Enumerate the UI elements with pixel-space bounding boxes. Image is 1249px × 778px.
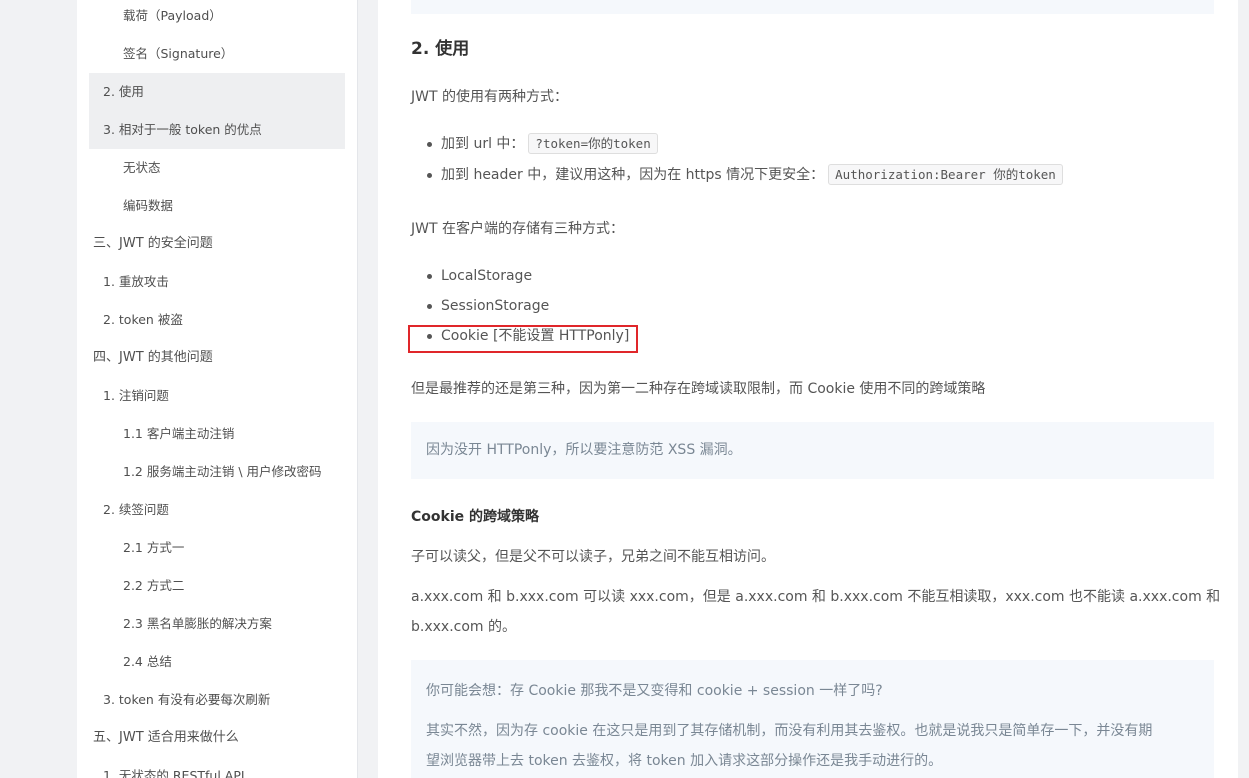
toc-item-restful-api[interactable]: 1. 无状态的 RESTful API: [89, 757, 345, 778]
cookie-paragraph-2-line-1: a.xxx.com 和 b.xxx.com 可以读 xxx.com，但是 a.x…: [411, 589, 1221, 605]
inline-code: ?token=你的token: [528, 133, 658, 154]
list-item-text: 加到 url 中：: [441, 136, 525, 152]
toc-sidebar: 载荷（Payload） 签名（Signature） 2. 使用 3. 相对于一般…: [77, 0, 358, 778]
tip-box: 因为没开 HTTPonly，所以要注意防范 XSS 漏洞。: [411, 422, 1214, 479]
toc-item-usage[interactable]: 2. 使用: [89, 73, 345, 111]
list-item-text: 加到 header 中，建议用这种，因为在 https 情况下更安全：: [441, 167, 825, 183]
cookie-paragraph-2-line-2: b.xxx.com 的。: [411, 619, 516, 635]
toc-item-replay-attack[interactable]: 1. 重放攻击: [89, 263, 345, 301]
red-highlight-annotation: [408, 325, 638, 353]
recommend-paragraph: 但是最推荐的还是第三种，因为第一二种存在跨域读取限制，而 Cookie 使用不同…: [411, 381, 986, 397]
tip-box-2: 你可能会想：存 Cookie 那我不是又变得和 cookie + session…: [411, 660, 1214, 778]
article-content: 2. 使用 JWT 的使用有两种方式： 加到 url 中： ?token=你的to…: [378, 0, 1238, 778]
toc-item-encoded-data[interactable]: 编码数据: [89, 187, 345, 225]
cookie-heading: Cookie 的跨域策略: [411, 509, 539, 525]
usage-intro: JWT 的使用有两种方式：: [411, 89, 568, 105]
toc-item-advantages[interactable]: 3. 相对于一般 token 的优点: [89, 111, 345, 149]
toc-item-summary[interactable]: 2.4 总结: [89, 643, 345, 681]
page-scrollbar[interactable]: [1238, 0, 1249, 778]
toc-item-renewal[interactable]: 2. 续签问题: [89, 491, 345, 529]
cookie-paragraph-1: 子可以读父，但是父不可以读子，兄弟之间不能互相访问。: [411, 549, 775, 565]
toc-item-stateless[interactable]: 无状态: [89, 149, 345, 187]
toc-item-refresh[interactable]: 3. token 有没有必要每次刷新: [89, 681, 345, 719]
toc-item-client-logout[interactable]: 1.1 客户端主动注销: [89, 415, 345, 453]
list-item: 加到 url 中： ?token=你的token: [427, 133, 658, 155]
section-heading: 2. 使用: [411, 39, 470, 59]
quote-block-top: [411, 0, 1214, 14]
toc-item-blacklist[interactable]: 2.3 黑名单膨胀的解决方案: [89, 605, 345, 643]
list-item: 加到 header 中，建议用这种，因为在 https 情况下更安全： Autho…: [427, 164, 1063, 186]
toc-item-other-issues[interactable]: 四、JWT 的其他问题: [89, 339, 345, 377]
toc-item-security[interactable]: 三、JWT 的安全问题: [89, 225, 345, 263]
tip-line: 你可能会想：存 Cookie 那我不是又变得和 cookie + session…: [426, 683, 883, 699]
toc-item-signature[interactable]: 签名（Signature）: [89, 35, 345, 73]
tip-line: 其实不然，因为存 cookie 在这只是用到了其存储机制，而没有利用其去鉴权。也…: [426, 723, 1153, 739]
toc-item-server-logout[interactable]: 1.2 服务端主动注销 \ 用户修改密码: [89, 453, 345, 491]
toc-item-method-two[interactable]: 2.2 方式二: [89, 567, 345, 605]
inline-code: Authorization:Bearer 你的token: [828, 164, 1063, 185]
toc-item-use-cases[interactable]: 五、JWT 适合用来做什么: [89, 719, 345, 757]
toc-item-method-one[interactable]: 2.1 方式一: [89, 529, 345, 567]
tip-text: 因为没开 HTTPonly，所以要注意防范 XSS 漏洞。: [426, 442, 742, 458]
list-item: SessionStorage: [426, 295, 549, 317]
toc-item-token-stolen[interactable]: 2. token 被盗: [89, 301, 345, 339]
tip-line: 望浏览器带上去 token 去鉴权，将 token 加入请求这部分操作还是我手动…: [426, 753, 943, 769]
storage-intro: JWT 在客户端的存储有三种方式：: [411, 221, 624, 237]
toc-item-payload[interactable]: 载荷（Payload）: [89, 0, 345, 35]
list-item: LocalStorage: [426, 265, 532, 287]
toc-item-logout[interactable]: 1. 注销问题: [89, 377, 345, 415]
